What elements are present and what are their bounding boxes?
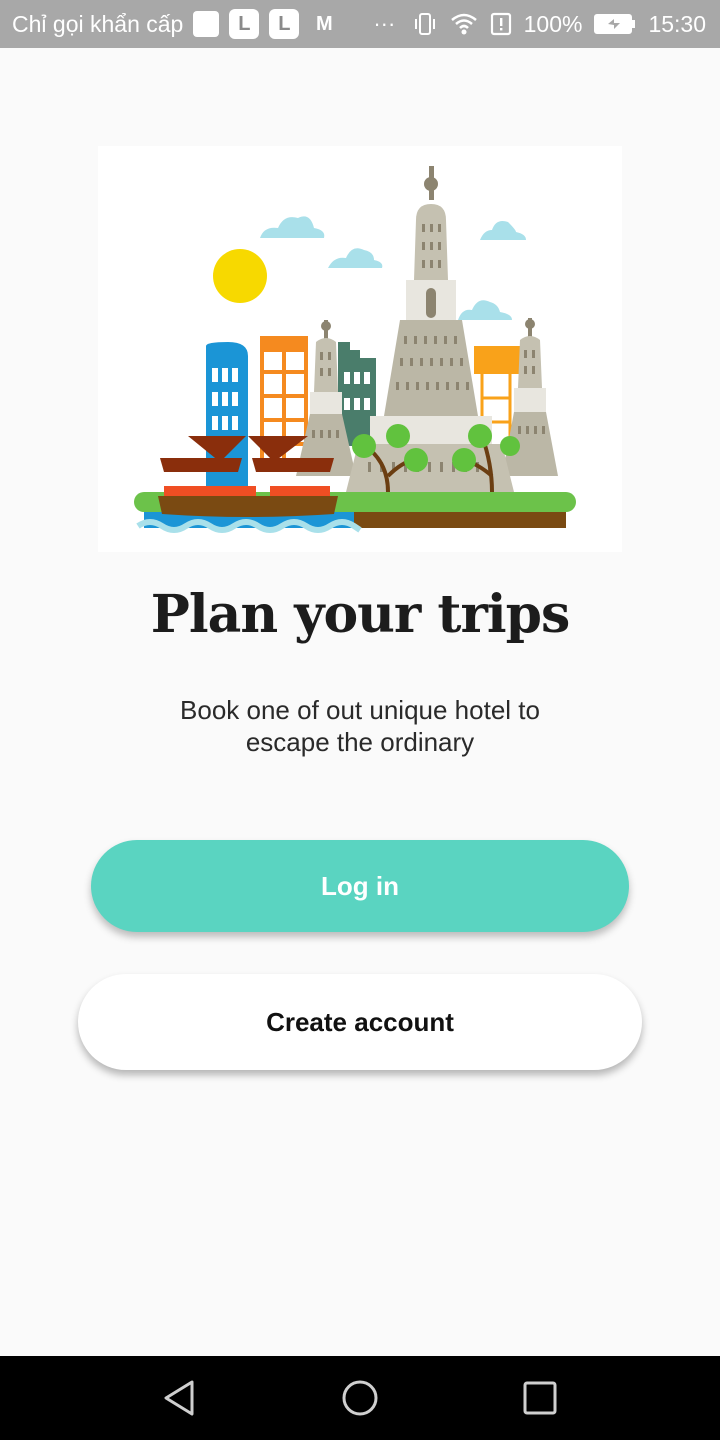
home-icon[interactable] (338, 1376, 382, 1420)
status-bar-left: Chỉ gọi khẩn cấp L L M ··· (12, 0, 395, 48)
page-title: Plan your trips (150, 584, 570, 645)
status-bar: Chỉ gọi khẩn cấp L L M ··· 100% 15:30 (0, 0, 720, 48)
alert-icon (490, 12, 511, 36)
page-subtitle: Book one of out unique hotel to escape t… (180, 695, 540, 757)
carrier-text: Chỉ gọi khẩn cấp (12, 10, 184, 37)
battery-percent: 100% (523, 10, 583, 37)
app-notification-icon: L (269, 9, 300, 39)
notification-square-icon (193, 11, 220, 37)
app-notification-icon: L (229, 9, 260, 39)
login-button[interactable]: Log in (91, 840, 629, 932)
navigation-bar (0, 1356, 720, 1440)
create-account-button[interactable]: Create account (78, 974, 642, 1070)
onboarding-screen: Plan your trips Book one of out unique h… (0, 48, 720, 1356)
city-illustration (98, 146, 622, 552)
bangkok-skyline-illustration (134, 166, 576, 533)
clock: 15:30 (648, 10, 706, 37)
overflow-icon: ··· (373, 11, 396, 36)
status-bar-right: 100% 15:30 (412, 0, 706, 48)
back-icon[interactable] (158, 1376, 202, 1420)
vibrate-icon (414, 13, 435, 35)
battery-icon (594, 14, 636, 34)
wifi-icon (450, 13, 477, 35)
recents-icon[interactable] (518, 1376, 562, 1420)
gmail-icon: M (316, 12, 333, 35)
